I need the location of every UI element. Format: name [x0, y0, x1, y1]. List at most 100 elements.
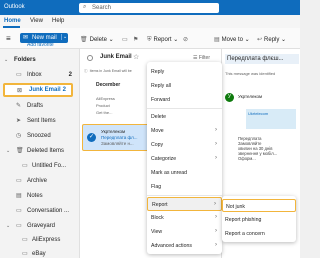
- sweep-button[interactable]: ⚑: [133, 36, 140, 43]
- menu-item-forward[interactable]: Forward: [147, 93, 222, 107]
- sweep-icon: ⚑: [133, 37, 139, 43]
- menu-item-reply-all[interactable]: Reply all: [147, 79, 222, 93]
- add-favorite-link[interactable]: Add favorite: [27, 42, 54, 48]
- search-box[interactable]: ⌕ Search: [79, 3, 219, 13]
- submenu-item-label: Not junk: [226, 204, 246, 210]
- archive-button[interactable]: ▭: [122, 36, 130, 43]
- filter-button[interactable]: ☰ Filter: [193, 55, 210, 61]
- sidebar-item-archive[interactable]: ▭ Archive: [0, 175, 80, 187]
- clock-icon: ◷: [16, 133, 22, 139]
- group-header[interactable]: December: [96, 82, 120, 88]
- note-icon: ▤: [16, 193, 22, 199]
- menu-item-label: Copy: [151, 142, 164, 148]
- submenu-item-report-phishing[interactable]: Report phishing: [222, 213, 296, 226]
- new-mail-label: New mail: [32, 35, 57, 41]
- report-button[interactable]: ⛨ Report ⌄: [147, 36, 178, 44]
- sidebar-item-drafts[interactable]: ✎ Drafts: [0, 100, 80, 112]
- menu-item-categorize[interactable]: Categorize ›: [147, 152, 222, 166]
- new-mail-dropdown-icon[interactable]: ⌄: [61, 34, 67, 40]
- toolbar: ≡ ✉ New mail ⌄ Add favorite 🗑 Delete ⌄ ▭ …: [0, 28, 300, 49]
- sidebar-item-conversation[interactable]: ▭ Conversation ...: [0, 205, 80, 217]
- search-placeholder: Search: [92, 5, 112, 11]
- sidebar-item-sent-items[interactable]: ➤ Sent Items: [0, 115, 80, 127]
- menu-item-reply[interactable]: Reply: [147, 65, 222, 79]
- folder-pane: ⌄ Folders ▭ Inbox 2 ⊠ Junk Email 2 ✎ Dra…: [0, 49, 80, 258]
- chevron-down-icon: ⌄: [4, 57, 9, 63]
- message-preview: Замовляйте н...: [101, 141, 134, 146]
- submenu-item-not-junk[interactable]: Not junk: [222, 199, 296, 212]
- reading-subject: Передплата флєш...: [225, 54, 299, 64]
- chevron-right-icon: ›: [214, 201, 216, 207]
- selected-check-icon[interactable]: ✓: [87, 133, 96, 142]
- sidebar-item-inbox[interactable]: ▭ Inbox 2: [0, 69, 80, 81]
- junk-icon: ⊠: [17, 88, 23, 94]
- menu-item-mark-unread[interactable]: Mark as unread: [147, 166, 222, 180]
- sidebar-item-snoozed[interactable]: ◷ Snoozed: [0, 130, 80, 142]
- sidebar-item-label: Junk Email: [29, 87, 61, 93]
- move-to-label: Move to: [221, 37, 244, 43]
- sidebar-item-label: Conversation ...: [27, 208, 70, 214]
- menu-item-label: Advanced actions: [151, 243, 192, 249]
- sidebar-item-label: Sent Items: [27, 118, 56, 124]
- menu-item-advanced-actions[interactable]: Advanced actions ›: [147, 239, 222, 253]
- send-icon: ➤: [16, 118, 22, 124]
- delete-button[interactable]: 🗑 Delete ⌄: [80, 36, 114, 43]
- block-button[interactable]: ⊘: [183, 36, 190, 43]
- menu-item-delete[interactable]: Delete: [147, 110, 222, 124]
- select-all-checkbox[interactable]: [87, 55, 93, 61]
- avatar: У: [225, 93, 234, 102]
- menu-item-report[interactable]: Report ›: [147, 197, 222, 211]
- reply-button[interactable]: ↩ Reply ⌄: [257, 36, 286, 43]
- menu-item-copy[interactable]: Copy ›: [147, 138, 222, 152]
- message-subject: Product: [96, 103, 110, 108]
- menu-item-label: View: [151, 229, 163, 235]
- shield-icon: ⛨: [147, 37, 152, 43]
- sidebar-item-label: AliExpress: [32, 237, 61, 243]
- hamburger-menu-icon[interactable]: ≡: [6, 34, 11, 43]
- message-sender: AliExpress: [96, 96, 115, 101]
- menu-item-label: Mark as unread: [151, 170, 188, 176]
- menu-item-move[interactable]: Move ›: [147, 124, 222, 138]
- app-title: Outlook: [4, 4, 25, 10]
- folders-header[interactable]: ⌄ Folders: [0, 54, 80, 66]
- submenu-item-label: Report a concern: [225, 231, 265, 237]
- tab-view[interactable]: View: [30, 18, 43, 24]
- tab-home[interactable]: Home: [4, 18, 21, 24]
- chevron-right-icon: ›: [215, 214, 217, 220]
- sidebar-item-ebay[interactable]: ▭ eBay: [0, 248, 80, 258]
- report-submenu: Not junk Report phishing Report a concer…: [222, 196, 296, 242]
- sidebar-item-label: Drafts: [27, 103, 44, 109]
- sidebar-item-label: Untitled Fo...: [32, 163, 67, 169]
- junk-warning: This message was identified: [225, 71, 276, 76]
- submenu-item-report-concern[interactable]: Report a concern: [222, 227, 296, 240]
- move-to-button[interactable]: ▤ Move to ⌄: [214, 36, 250, 43]
- favorite-star-icon[interactable]: ☆: [133, 53, 139, 61]
- folder-move-icon: ▤: [214, 37, 220, 43]
- menu-divider: [147, 195, 222, 196]
- inbox-icon: ▭: [16, 72, 22, 78]
- sidebar-item-graveyard[interactable]: ⌄ ▭ Graveyard: [0, 220, 80, 232]
- folders-header-label: Folders: [14, 57, 36, 63]
- sidebar-item-aliexpress[interactable]: ▭ AliExpress: [0, 234, 80, 246]
- sidebar-item-notes[interactable]: ▤ Notes: [0, 190, 80, 202]
- sidebar-item-untitled-folder[interactable]: ▭ Untitled Fo...: [0, 160, 80, 172]
- menu-item-label: Reply: [151, 69, 165, 75]
- sidebar-item-label: Inbox: [27, 72, 42, 78]
- trash-icon: 🗑: [16, 148, 24, 154]
- tab-help[interactable]: Help: [52, 18, 64, 24]
- folder-icon: ▭: [22, 163, 28, 169]
- sidebar-item-deleted-items[interactable]: ⌄ 🗑 Deleted Items: [0, 145, 80, 157]
- archive-icon: ▭: [122, 37, 128, 43]
- menu-item-view[interactable]: View ›: [147, 225, 222, 239]
- menu-item-flag[interactable]: Flag: [147, 180, 222, 194]
- reply-label: Reply: [264, 37, 280, 43]
- sidebar-item-junk-email[interactable]: ⊠ Junk Email 2: [3, 83, 73, 97]
- search-icon: ⌕: [83, 4, 87, 10]
- menu-item-block[interactable]: Block ›: [147, 211, 222, 225]
- compose-icon: ✉: [23, 35, 29, 41]
- sidebar-item-label: Archive: [27, 178, 48, 184]
- message-image: Ukrtelecom: [246, 109, 296, 129]
- submenu-item-label: Report phishing: [225, 217, 262, 223]
- chevron-down-icon: ⌄: [6, 148, 11, 154]
- pencil-icon: ✎: [16, 103, 22, 109]
